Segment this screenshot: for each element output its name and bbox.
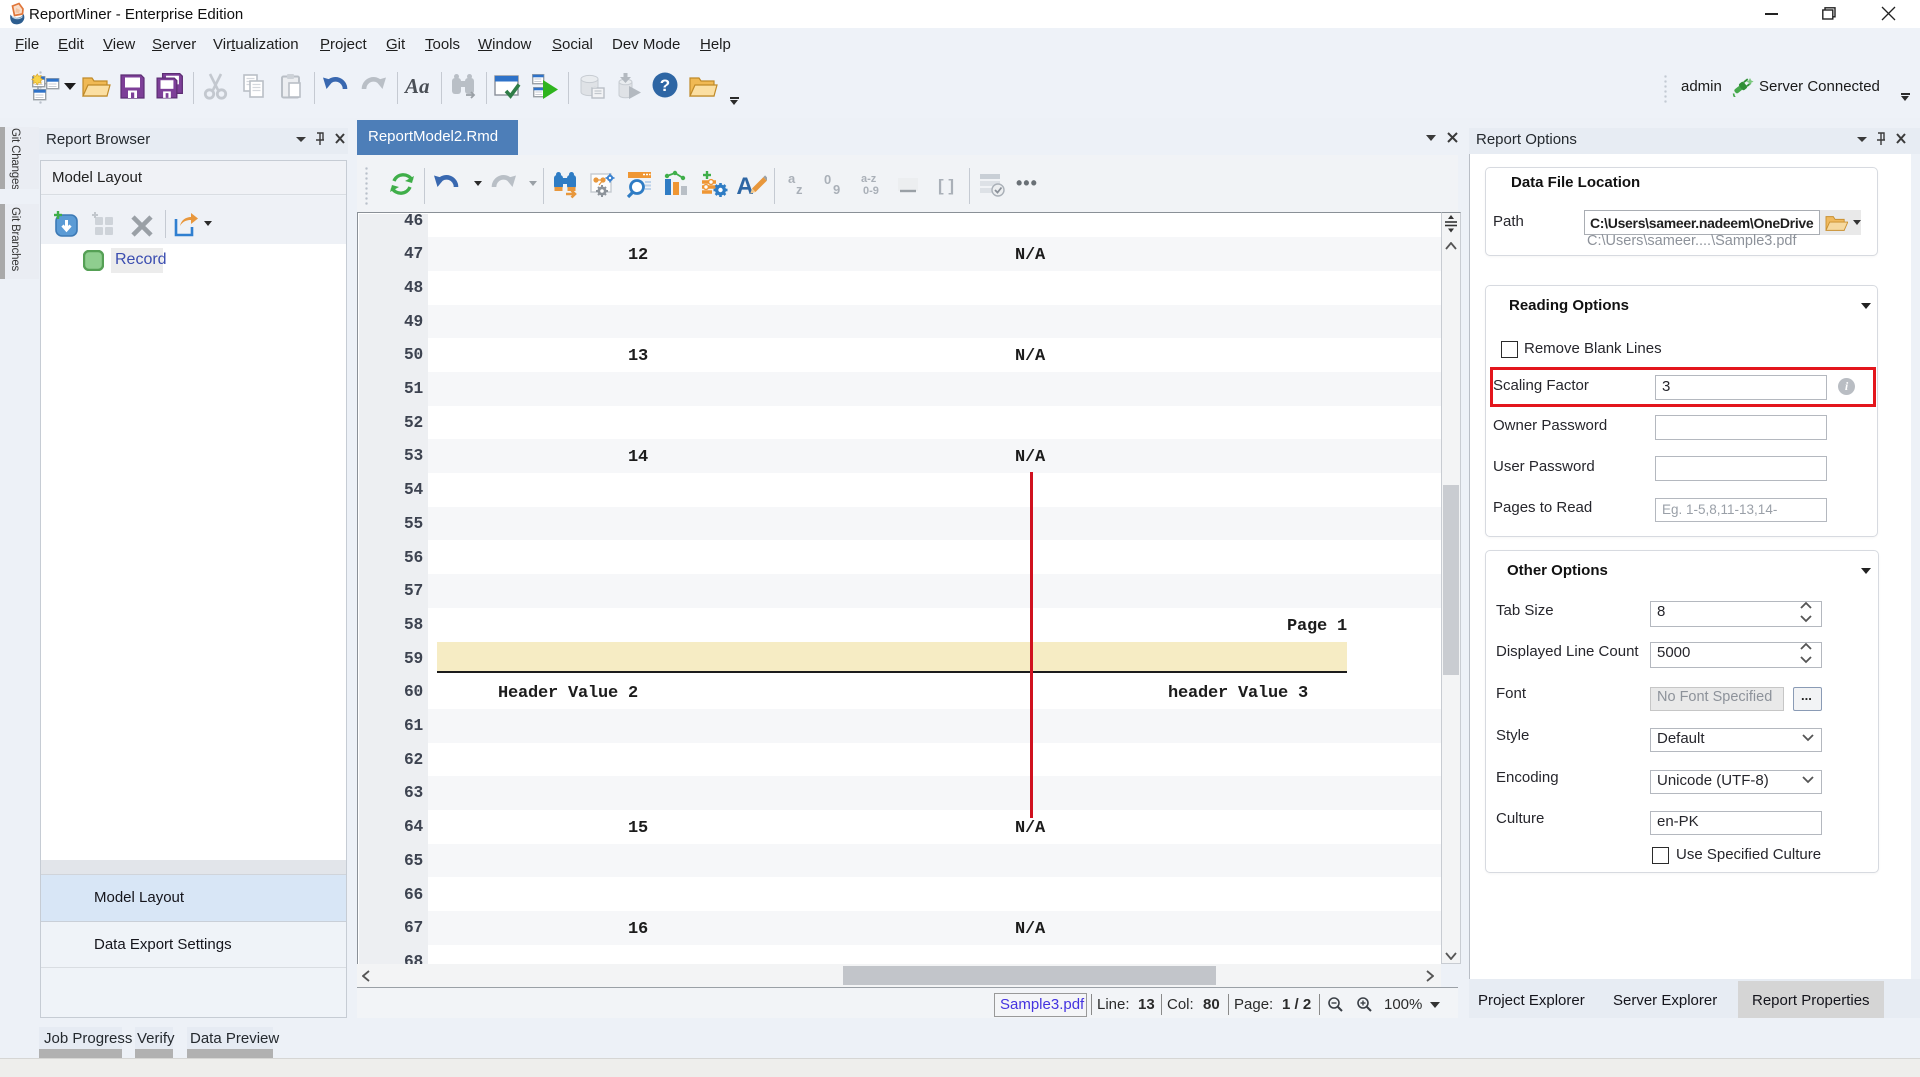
svg-text:9: 9 bbox=[833, 182, 840, 197]
svg-text:a-z: a-z bbox=[861, 173, 877, 185]
svg-text:[ ]: [ ] bbox=[938, 176, 954, 195]
svg-text:a: a bbox=[788, 171, 796, 186]
svg-text:0: 0 bbox=[824, 172, 831, 187]
svg-text:0-9: 0-9 bbox=[863, 185, 879, 197]
svg-text:z: z bbox=[796, 182, 803, 197]
svg-text:A: A bbox=[737, 173, 754, 200]
svg-text:?: ? bbox=[660, 76, 670, 95]
